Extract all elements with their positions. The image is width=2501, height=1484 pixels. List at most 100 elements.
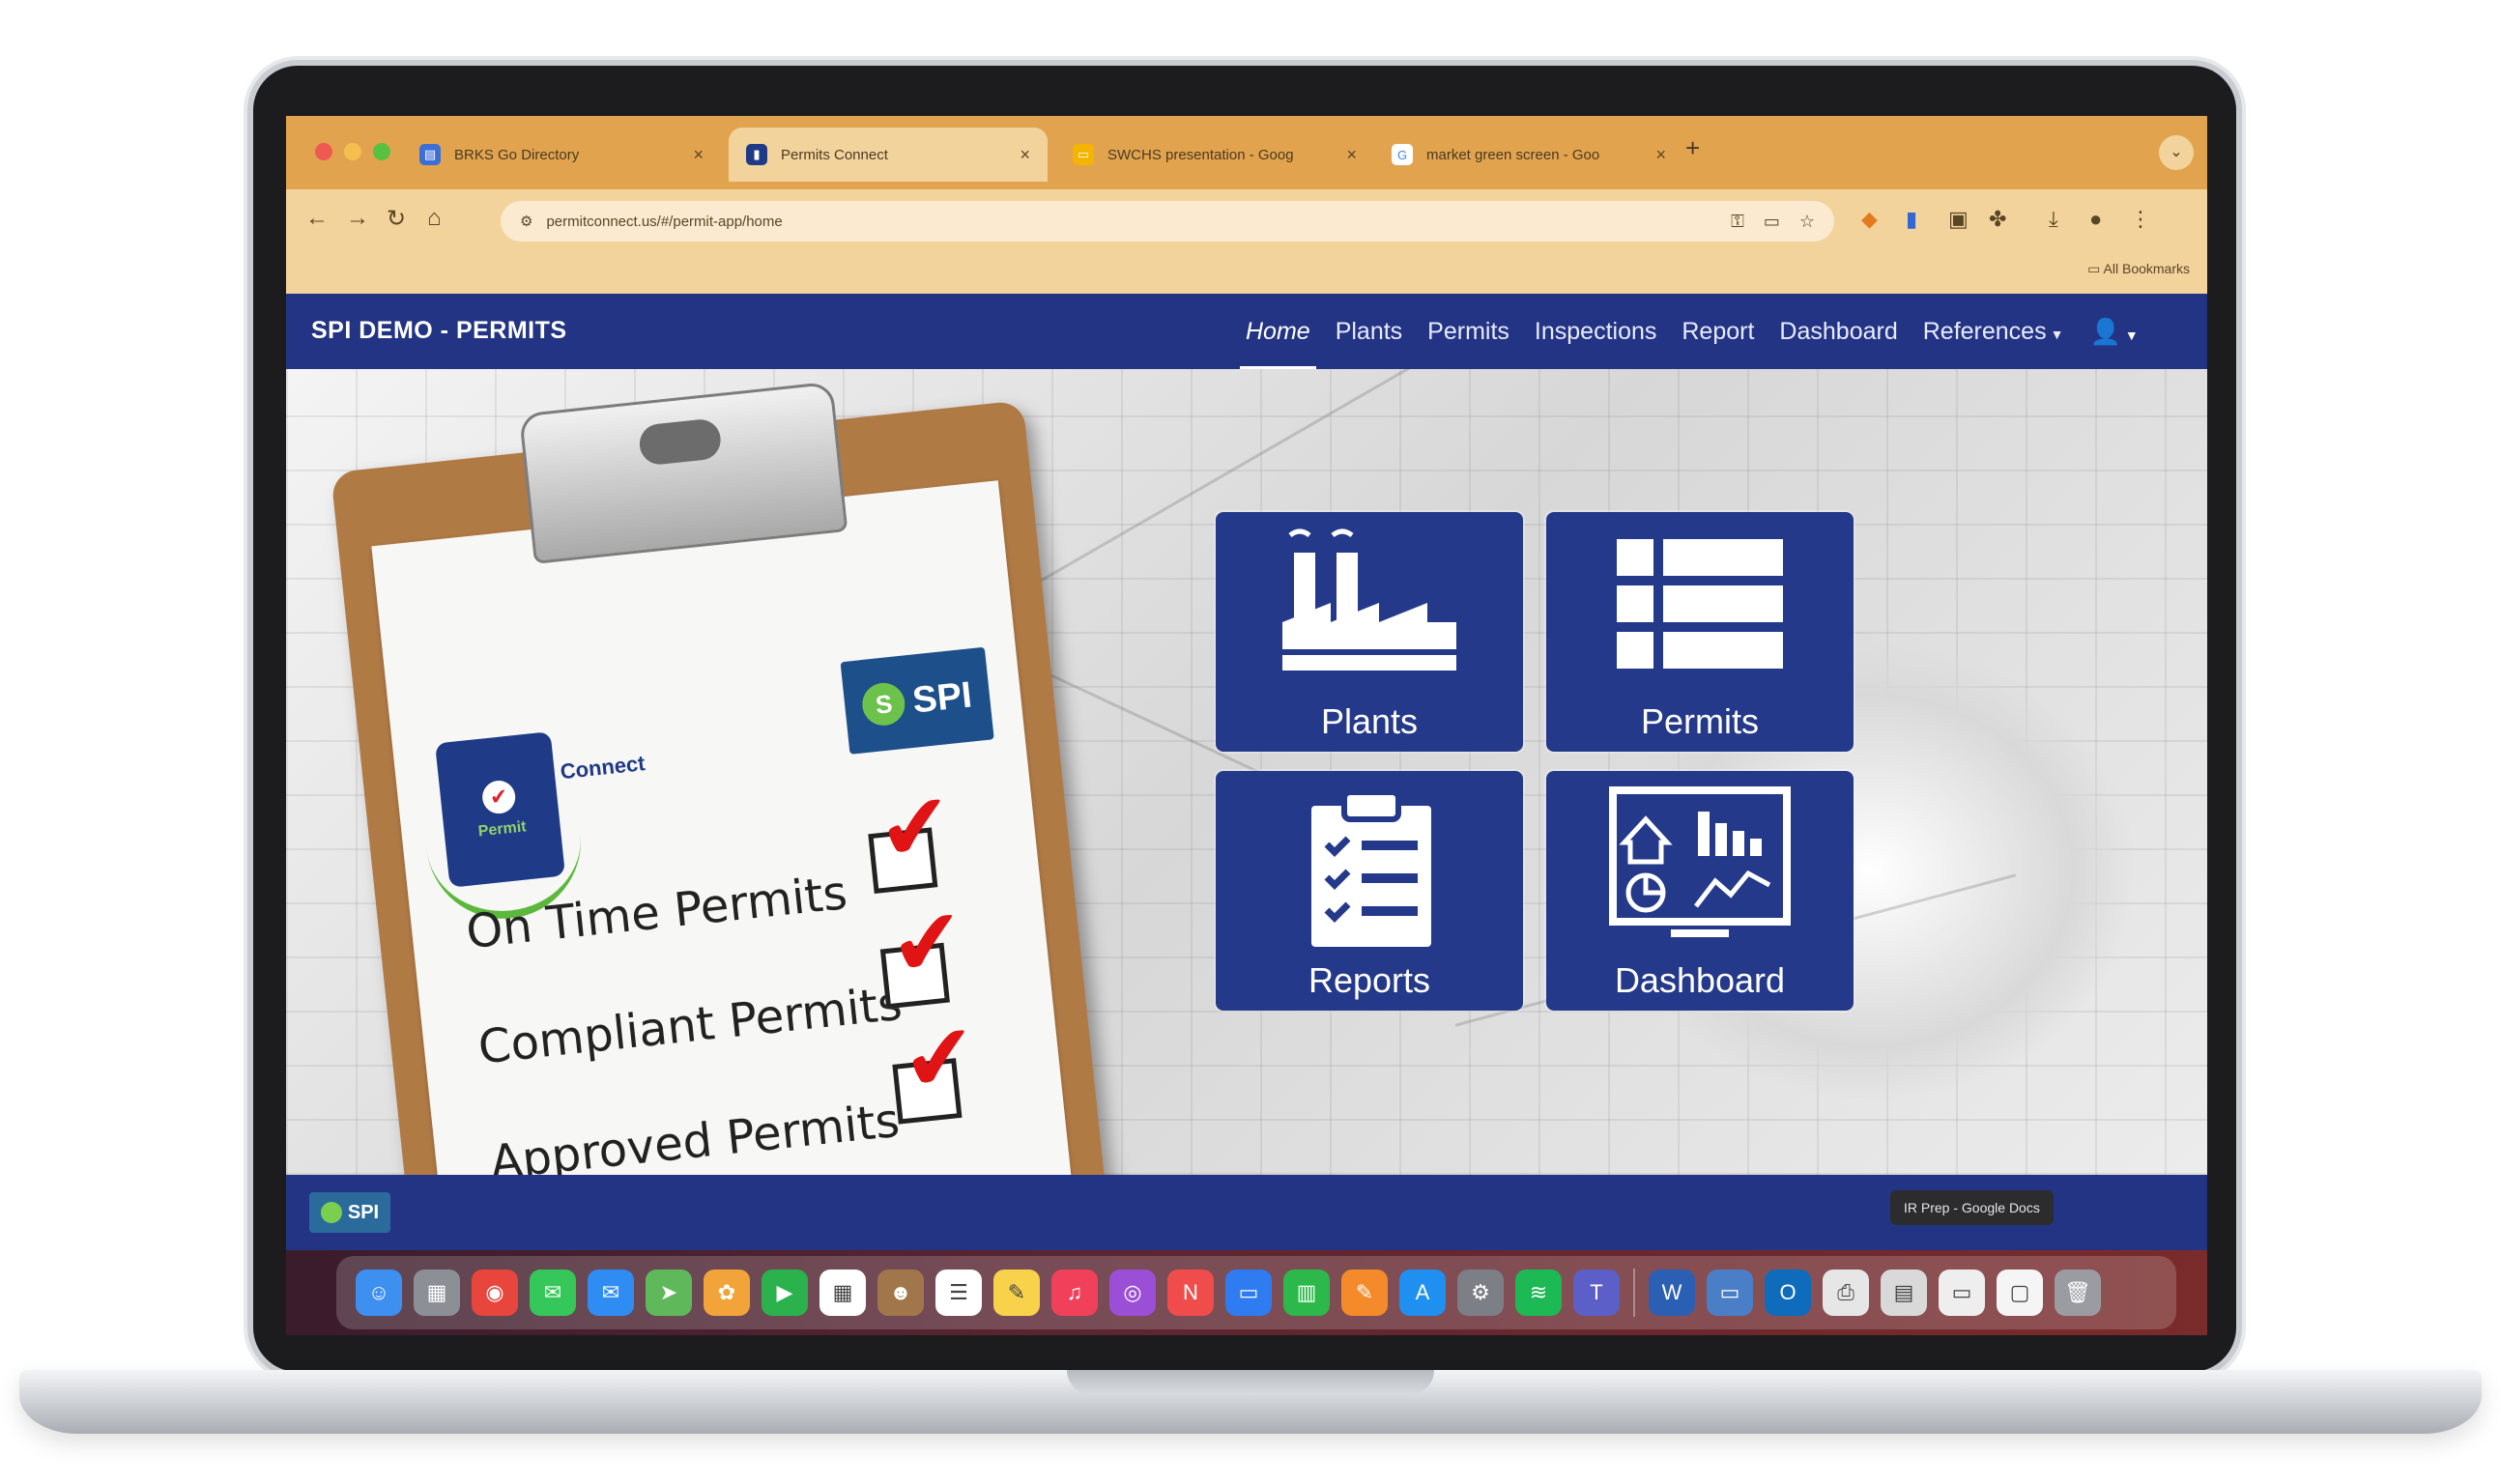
browser-tab[interactable]: ▤ BRKS Go Directory × [402,128,721,182]
nav-home[interactable]: Home [1240,318,1316,369]
google-icon: G [1392,144,1413,165]
browser-tab-strip: ▤ BRKS Go Directory × ▮ Permits Connect … [286,116,2207,189]
reminders-icon[interactable]: ☰ [935,1270,982,1316]
checkmark-icon: ✔ [885,890,970,997]
key-icon[interactable]: ⚿ [1731,212,1744,232]
spi-swirl-icon: S [860,680,907,728]
plants-tile[interactable]: Plants [1216,512,1523,752]
url-text: permitconnect.us/#/permit-app/home [546,213,783,230]
tab-search-icon[interactable]: ⌄ [2159,135,2194,170]
dock-tooltip: IR Prep - Google Docs [1890,1190,2054,1225]
bookmark-star-icon[interactable]: ☆ [1799,212,1815,232]
clip-hole [637,417,723,467]
spi-logo: S SPI [840,646,994,755]
close-tab-icon[interactable]: × [1655,145,1666,165]
list-icon [1617,539,1783,669]
teams-icon[interactable]: T [1573,1270,1620,1316]
app-footer: SPI IR Prep - Google Docs [286,1175,2207,1250]
forward-icon[interactable]: → [346,205,369,232]
home-icon[interactable]: ⌂ [427,205,442,232]
download-icon[interactable]: ⤓ [2049,207,2058,232]
outlook-icon[interactable]: O [1765,1270,1811,1316]
address-bar[interactable]: ⚙ permitconnect.us/#/permit-app/home ⚿ ▭… [501,201,1834,242]
facetime-icon[interactable]: ▶ [762,1270,808,1316]
remote-desktop-icon[interactable]: ▭ [1707,1270,1753,1316]
settings-icon[interactable]: ⚙ [1457,1270,1504,1316]
dock-separator [1633,1269,1635,1317]
back-icon[interactable]: ← [305,205,329,232]
close-window-button[interactable] [315,143,332,160]
new-tab-icon[interactable]: + [1685,133,1700,163]
preview-icon[interactable]: ▤ [1881,1270,1927,1316]
user-icon[interactable]: 👤 ▼ [2089,317,2138,347]
trash-icon[interactable]: 🗑 [2055,1270,2101,1316]
permit-connect-logo: ✔ Permit [435,731,566,888]
browser-menu-icon[interactable]: ⋮ [2130,207,2151,232]
extension-icon[interactable]: ▣ [1948,207,1969,232]
nav-references[interactable]: References ▼ [1923,318,2064,346]
app-store-icon[interactable]: A [1399,1270,1446,1316]
permit-icon: ▮ [746,144,767,165]
checkmark-icon: ✔ [873,775,959,881]
close-tab-icon[interactable]: × [693,145,704,165]
spi-swirl-icon [320,1202,342,1223]
word-icon[interactable]: W [1649,1270,1695,1316]
podcasts-icon[interactable]: ◎ [1109,1270,1156,1316]
messages-icon[interactable]: ✉ [530,1270,576,1316]
contacts-icon[interactable]: ☻ [877,1270,924,1316]
minimize-window-button[interactable] [344,143,361,160]
nav-plants[interactable]: Plants [1336,318,1402,346]
calendar-icon[interactable]: ▦ [819,1270,866,1316]
extensions-puzzle-icon[interactable]: ✤ [1989,207,2006,232]
printer-icon[interactable]: ⎙ [1823,1270,1869,1316]
pages-icon[interactable]: ✎ [1341,1270,1388,1316]
extension-icon[interactable]: ◆ [1861,207,1878,232]
chrome-icon[interactable]: ◉ [472,1270,518,1316]
factory-icon [1282,528,1456,671]
check-badge-icon: ✔ [480,779,517,815]
browser-tab[interactable]: G market green screen - Goo × [1374,128,1683,182]
mail-icon[interactable]: ✉ [588,1270,634,1316]
reload-icon[interactable]: ↻ [387,205,406,233]
music-icon[interactable]: ♫ [1051,1270,1098,1316]
browser-tab[interactable]: ▭ SWCHS presentation - Goog × [1055,128,1374,182]
checklist-item: Approved Permits [487,1093,903,1175]
desktop-wallpaper: ☺ ▦ ◉ ✉ ✉ ➤ ✿ ▶ ▦ ☻ ☰ ✎ ♫ ◎ N ▭ ▥ ✎ A ⚙ ≋ T W ▭ O ⎙ ▤ ▭ ▢ 🗑 [286,1250,2207,1335]
profile-avatar-icon[interactable]: ● [2089,207,2102,232]
nav-permits[interactable]: Permits [1427,318,1509,346]
document-icon[interactable]: ▢ [1997,1270,2043,1316]
photos-icon[interactable]: ✿ [704,1270,750,1316]
checkbox-checked-icon: ✔ [868,775,958,894]
browser-tab-active[interactable]: ▮ Permits Connect × [729,128,1048,182]
cast-icon[interactable]: ▭ [1764,212,1780,232]
main-nav: Home Plants Permits Inspections Report D… [1233,294,2139,369]
app-navbar: SPI DEMO - PERMITS Home Plants Permits I… [286,294,2207,369]
news-icon[interactable]: N [1167,1270,1214,1316]
laptop-notch [1067,1370,1434,1395]
notes-icon[interactable]: ✎ [993,1270,1040,1316]
close-tab-icon[interactable]: × [1020,145,1030,165]
nav-dashboard[interactable]: Dashboard [1779,318,1897,346]
site-info-icon[interactable]: ⚙ [520,213,532,230]
finder-icon[interactable]: ☺ [356,1270,402,1316]
app-brand[interactable]: SPI DEMO - PERMITS [311,317,567,345]
maps-icon[interactable]: ➤ [646,1270,692,1316]
mac-dock: ☺ ▦ ◉ ✉ ✉ ➤ ✿ ▶ ▦ ☻ ☰ ✎ ♫ ◎ N ▭ ▥ ✎ A ⚙ ≋ T W ▭ O ⎙ ▤ ▭ ▢ 🗑 [336,1256,2176,1329]
monitor-chart-icon [1609,786,1791,937]
spotify-icon[interactable]: ≋ [1515,1270,1562,1316]
downloads-icon[interactable]: ▭ [1939,1270,1985,1316]
reports-tile[interactable]: Reports [1216,771,1523,1011]
keynote-icon[interactable]: ▭ [1225,1270,1272,1316]
close-tab-icon[interactable]: × [1346,145,1357,165]
launchpad-icon[interactable]: ▦ [414,1270,460,1316]
checkmark-icon: ✔ [897,1006,983,1112]
nav-report[interactable]: Report [1682,318,1754,346]
nav-inspections[interactable]: Inspections [1535,318,1656,346]
folder-icon: ▭ [2087,261,2104,276]
all-bookmarks-button[interactable]: ▭ All Bookmarks [2087,261,2190,277]
permits-tile[interactable]: Permits [1546,512,1854,752]
extension-icon[interactable]: ▮ [1906,207,1917,232]
numbers-icon[interactable]: ▥ [1283,1270,1330,1316]
maximize-window-button[interactable] [373,143,390,160]
dashboard-tile[interactable]: Dashboard [1546,771,1854,1011]
